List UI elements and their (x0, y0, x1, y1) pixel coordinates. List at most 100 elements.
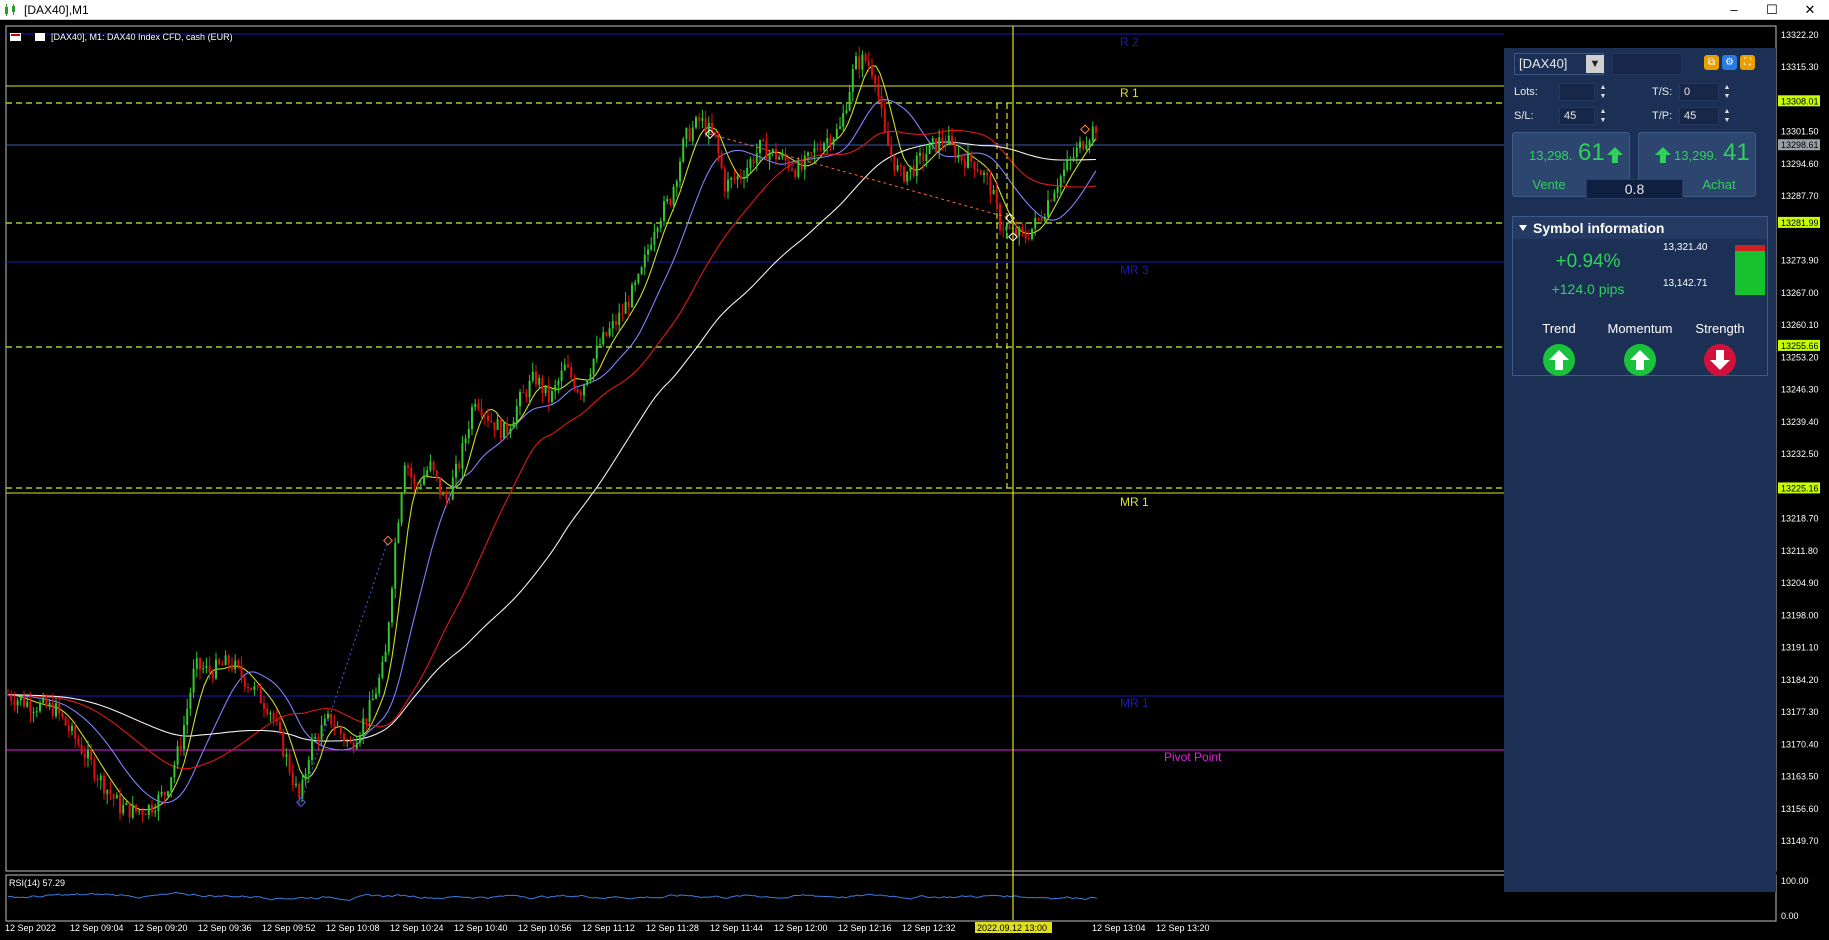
candle-body (970, 152, 973, 162)
candle-body (800, 161, 803, 170)
sell-price-small: 13,298. (1529, 148, 1573, 163)
window-title: [DAX40],M1 (24, 2, 89, 17)
ma-fast-line (7, 65, 1097, 811)
collapse-triangle-icon[interactable] (1519, 225, 1527, 231)
candle-body (349, 740, 352, 743)
candle-body (211, 672, 214, 679)
symbol-extra-field[interactable] (1612, 53, 1682, 75)
candle-body (483, 415, 486, 417)
candle-body (925, 153, 928, 162)
chart-window[interactable]: 13322.20 13315.30 13308.01 13301.50 13298.61… (0, 20, 1829, 935)
candle-body (259, 686, 262, 704)
candle-body (215, 659, 217, 679)
candle-body (583, 384, 585, 396)
time-axis-label: 12 Sep 13:04 (1092, 923, 1146, 933)
sl-input[interactable]: 45 (1559, 107, 1595, 125)
gear-icon[interactable]: ⚙ (1722, 55, 1737, 70)
chevron-down-icon[interactable]: ▼ (1586, 55, 1604, 73)
candle-body (298, 783, 301, 799)
candle-body (64, 716, 67, 726)
price-scale-label: 13287.70 (1781, 191, 1819, 201)
candle-body (339, 726, 342, 734)
candle-body (861, 54, 864, 70)
candle-body (400, 493, 403, 523)
candle-body (458, 463, 461, 469)
symbol-info-header[interactable]: Symbol information (1513, 217, 1767, 239)
candle-body (995, 189, 998, 205)
candle-body (157, 794, 160, 812)
tp-input[interactable]: 45 (1679, 107, 1719, 125)
price-scale-label: 13211.80 (1781, 546, 1818, 556)
candle-body (701, 118, 704, 121)
candle-body (560, 370, 563, 381)
candle-body (77, 739, 80, 745)
candle-body (935, 138, 937, 152)
lots-label: Lots: (1514, 86, 1538, 98)
time-axis-label: 12 Sep 13:20 (1156, 923, 1210, 933)
tp-stepper[interactable]: ▲ ▼ (1722, 107, 1732, 125)
lots-input[interactable] (1559, 83, 1595, 101)
lots-stepper[interactable]: ▲ ▼ (1598, 83, 1608, 101)
candle-body (919, 152, 921, 156)
candle-body (746, 167, 749, 178)
close-button[interactable]: ✕ (1791, 0, 1829, 20)
candle-body (957, 154, 960, 159)
candle-body (618, 312, 621, 325)
candle-body (397, 522, 400, 543)
candle-body (1031, 228, 1033, 239)
price-scale-label: 13218.70 (1781, 514, 1819, 524)
candle-body (307, 759, 310, 774)
price-scale-label: 13184.20 (1781, 675, 1819, 685)
candle-body (103, 775, 105, 794)
candle-body (1040, 218, 1043, 221)
candle-body (643, 254, 646, 268)
level-mr1-lower-label: MR 1 (1120, 696, 1149, 710)
candle-body (1043, 216, 1046, 221)
level-r1-label: R 1 (1120, 86, 1139, 100)
candle-body (253, 686, 256, 690)
maximize-button[interactable]: ☐ (1753, 0, 1791, 20)
minimize-button[interactable]: – (1715, 0, 1753, 20)
buy-price-big: 41 (1723, 139, 1750, 166)
ts-input[interactable]: 0 (1679, 83, 1719, 101)
candle-body (87, 750, 89, 759)
copy-icon[interactable]: ⧉ (1704, 55, 1719, 70)
time-axis-label: 12 Sep 09:52 (262, 923, 316, 933)
ts-stepper[interactable]: ▲ ▼ (1722, 83, 1732, 101)
symbol-info-title: Symbol information (1533, 220, 1665, 236)
title-bar: [DAX40],M1 – ☐ ✕ (0, 0, 1829, 20)
candle-body (563, 364, 566, 371)
candle-body (707, 122, 710, 135)
candle-body (669, 198, 672, 205)
candle-body (442, 494, 445, 496)
candle-body (119, 794, 121, 814)
candle-body (330, 713, 333, 725)
candle-body (1037, 218, 1040, 220)
candle-body (346, 740, 349, 742)
candle-body (477, 403, 480, 409)
candle-body (189, 692, 192, 709)
candle-body (29, 701, 32, 713)
sl-stepper[interactable]: ▲ ▼ (1598, 107, 1608, 125)
trend-label: Trend (1542, 321, 1576, 336)
candle-body (915, 155, 918, 177)
candle-body (439, 477, 441, 495)
time-axis-label: 12 Sep 11:44 (710, 923, 763, 933)
price-scale-label: 13198.00 (1781, 610, 1819, 620)
candle-body (32, 711, 35, 713)
candle-body (407, 465, 409, 468)
candle-body (493, 422, 496, 431)
candle-body (573, 377, 576, 389)
candle-body (141, 810, 144, 815)
candle-body (890, 146, 893, 155)
candle-body (640, 267, 643, 275)
candle-body (163, 791, 166, 796)
candle-body (765, 140, 768, 161)
chart-type-icon[interactable] (35, 33, 45, 41)
candle-body (1005, 226, 1008, 231)
candle-body (285, 754, 288, 757)
arrow-marker (1080, 124, 1090, 135)
expand-icon[interactable]: ⛶ (1740, 55, 1755, 70)
price-scale-label: 13255.66 (1781, 341, 1819, 351)
candle-body (93, 759, 96, 779)
